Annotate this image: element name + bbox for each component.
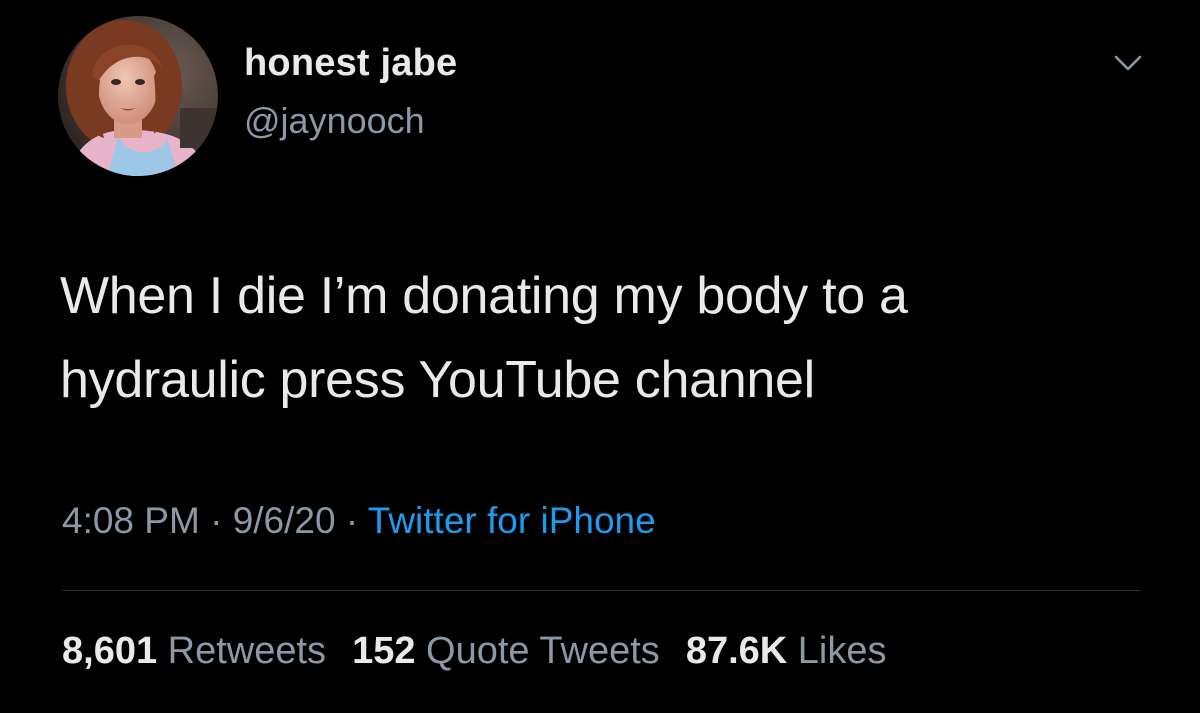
profile-photo-icon bbox=[58, 16, 218, 176]
likes-stat[interactable]: 87.6K Likes bbox=[686, 630, 887, 672]
username-handle[interactable]: @jaynooch bbox=[244, 100, 425, 142]
chevron-down-icon[interactable] bbox=[1110, 48, 1146, 78]
quote-tweets-label: Quote Tweets bbox=[426, 630, 660, 672]
divider bbox=[62, 590, 1140, 591]
avatar[interactable] bbox=[58, 16, 218, 176]
retweets-stat[interactable]: 8,601 Retweets bbox=[62, 630, 326, 672]
likes-label: Likes bbox=[797, 630, 887, 672]
tweet-text-line: When I die I’m donating my body to a bbox=[60, 267, 908, 325]
tweet-stats: 8,601 Retweets 152 Quote Tweets 87.6K Like… bbox=[62, 630, 887, 673]
tweet-metadata: 4:08 PM · 9/6/20 · Twitter for iPhone bbox=[62, 500, 656, 542]
tweet-card: honest jabe @jaynooch When I die I’m don… bbox=[0, 0, 1200, 713]
retweets-count: 8,601 bbox=[62, 630, 158, 672]
tweet-text-line: hydraulic press YouTube channel bbox=[60, 351, 815, 409]
tweet-date[interactable]: 9/6/20 bbox=[233, 500, 336, 541]
likes-count: 87.6K bbox=[685, 630, 788, 672]
tweet-time[interactable]: 4:08 PM bbox=[62, 500, 200, 541]
retweets-label: Retweets bbox=[167, 630, 327, 672]
meta-separator: · bbox=[199, 500, 233, 541]
tweet-source-link[interactable]: Twitter for iPhone bbox=[368, 500, 656, 541]
display-name[interactable]: honest jabe bbox=[244, 42, 457, 85]
quote-tweets-stat[interactable]: 152 Quote Tweets bbox=[352, 630, 660, 672]
quote-tweets-count: 152 bbox=[352, 630, 416, 672]
tweet-text: When I die I’m donating my body to a hyd… bbox=[60, 254, 1150, 422]
meta-separator: · bbox=[335, 500, 368, 541]
